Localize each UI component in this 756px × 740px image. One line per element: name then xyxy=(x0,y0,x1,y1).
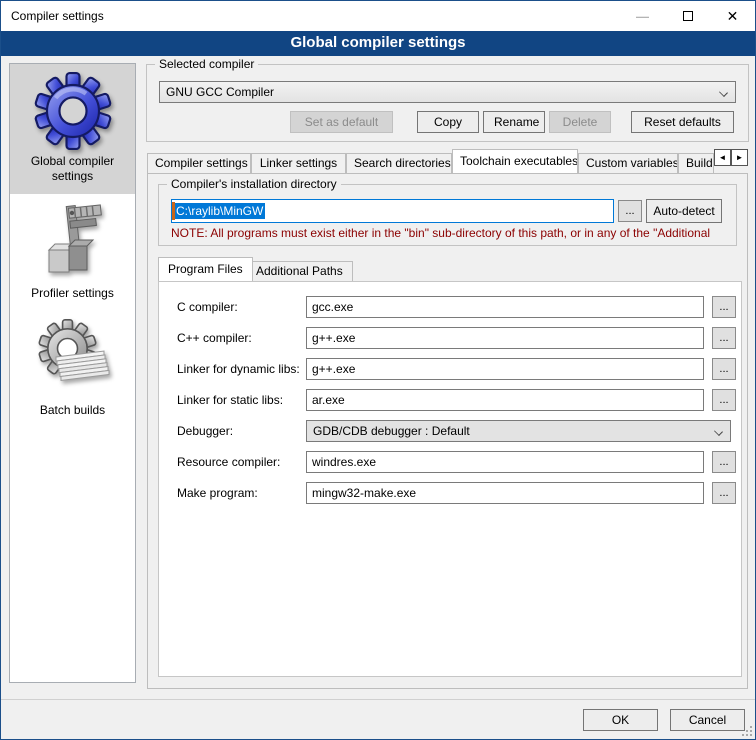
sidebar-item-label: Global compiler settings xyxy=(14,154,131,184)
selected-compiler-group-label: Selected compiler xyxy=(155,57,258,71)
gear-stack-icon xyxy=(34,319,112,399)
compiler-select[interactable]: GNU GCC Compiler xyxy=(159,81,736,103)
tab-scroll-right-button[interactable]: ► xyxy=(731,149,748,166)
maximize-button[interactable] xyxy=(665,2,710,31)
caliper-icon xyxy=(37,202,109,282)
cpp-compiler-label: C++ compiler: xyxy=(177,331,252,345)
auto-detect-button[interactable]: Auto-detect xyxy=(646,199,722,223)
program-files-page: C compiler: ... C++ compiler: ... Linker… xyxy=(158,281,742,677)
delete-button: Delete xyxy=(549,111,611,133)
c-compiler-input[interactable] xyxy=(306,296,704,318)
subtab-additional-paths[interactable]: Additional Paths xyxy=(246,261,353,281)
arrow-right-icon: ► xyxy=(736,153,744,162)
sidebar-item-global-compiler-settings[interactable]: Global compiler settings xyxy=(10,64,135,194)
compiler-select-value: GNU GCC Compiler xyxy=(166,85,274,99)
linker-dynamic-input[interactable] xyxy=(306,358,704,380)
make-program-label: Make program: xyxy=(177,486,258,500)
blue-gear-icon xyxy=(34,72,112,150)
toolchain-executables-page: Compiler's installation directory C:\ray… xyxy=(147,173,748,689)
cpp-compiler-browse-button[interactable]: ... xyxy=(712,327,736,349)
window-title: Compiler settings xyxy=(1,9,620,23)
sidebar-item-label: Batch builds xyxy=(14,403,131,418)
installation-directory-browse-button[interactable]: ... xyxy=(618,200,642,222)
linker-static-input[interactable] xyxy=(306,389,704,411)
tab-custom-variables[interactable]: Custom variables xyxy=(578,153,678,173)
sidebar-item-profiler-settings[interactable]: Profiler settings xyxy=(10,194,135,311)
set-as-default-button: Set as default xyxy=(290,111,393,133)
main-area: Global compiler settings xyxy=(1,56,755,701)
debugger-select-value: GDB/CDB debugger : Default xyxy=(313,424,470,438)
tab-linker-settings[interactable]: Linker settings xyxy=(251,153,346,173)
debugger-row: Debugger: GDB/CDB debugger : Default xyxy=(159,420,741,442)
compiler-buttons-row: Set as default Copy Rename Delete Reset … xyxy=(290,111,734,133)
cancel-button[interactable]: Cancel xyxy=(670,709,745,731)
linker-dynamic-browse-button[interactable]: ... xyxy=(712,358,736,380)
cpp-compiler-row: C++ compiler: ... xyxy=(159,327,741,349)
close-icon: ✕ xyxy=(727,8,739,25)
resource-compiler-label: Resource compiler: xyxy=(177,455,280,469)
linker-dynamic-row: Linker for dynamic libs: ... xyxy=(159,358,741,380)
settings-tab-bar: Compiler settings Linker settings Search… xyxy=(147,149,748,173)
bin-subdirectory-note: NOTE: All programs must exist either in … xyxy=(171,226,734,240)
linker-static-label: Linker for static libs: xyxy=(177,393,283,407)
minimize-button[interactable]: — xyxy=(620,2,665,31)
make-program-input[interactable] xyxy=(306,482,704,504)
close-button[interactable]: ✕ xyxy=(710,2,755,31)
page-title: Global compiler settings xyxy=(1,31,755,56)
copy-button[interactable]: Copy xyxy=(417,111,479,133)
installation-directory-input[interactable]: C:\raylib\MinGW xyxy=(171,199,614,223)
arrow-left-icon: ◄ xyxy=(719,153,727,162)
debugger-label: Debugger: xyxy=(177,424,233,438)
minimize-icon: — xyxy=(636,9,649,24)
reset-defaults-button[interactable]: Reset defaults xyxy=(631,111,734,133)
c-compiler-label: C compiler: xyxy=(177,300,238,314)
settings-category-list: Global compiler settings xyxy=(9,63,136,683)
subtab-program-files[interactable]: Program Files xyxy=(158,257,253,281)
resource-compiler-row: Resource compiler: ... xyxy=(159,451,741,473)
maximize-icon xyxy=(683,11,693,21)
installation-directory-group-label: Compiler's installation directory xyxy=(167,177,341,191)
compiler-settings-dialog: Compiler settings — ✕ Global compiler se… xyxy=(0,0,756,740)
linker-static-browse-button[interactable]: ... xyxy=(712,389,736,411)
title-bar: Compiler settings — ✕ xyxy=(1,1,755,31)
resource-compiler-browse-button[interactable]: ... xyxy=(712,451,736,473)
chevron-down-icon xyxy=(719,88,728,97)
linker-dynamic-label: Linker for dynamic libs: xyxy=(177,362,300,376)
installation-directory-group: Compiler's installation directory C:\ray… xyxy=(158,184,737,246)
linker-static-row: Linker for static libs: ... xyxy=(159,389,741,411)
debugger-select[interactable]: GDB/CDB debugger : Default xyxy=(306,420,731,442)
cpp-compiler-input[interactable] xyxy=(306,327,704,349)
rename-button[interactable]: Rename xyxy=(483,111,545,133)
c-compiler-row: C compiler: ... xyxy=(159,296,741,318)
resize-grip[interactable] xyxy=(742,726,752,736)
tab-search-directories[interactable]: Search directories xyxy=(346,153,452,173)
chevron-down-icon xyxy=(714,427,723,436)
resource-compiler-input[interactable] xyxy=(306,451,704,473)
make-program-row: Make program: ... xyxy=(159,482,741,504)
selected-compiler-group: Selected compiler GNU GCC Compiler Set a… xyxy=(146,64,749,142)
tab-scroll-left-button[interactable]: ◄ xyxy=(714,149,731,166)
dialog-footer: OK Cancel xyxy=(1,699,755,739)
c-compiler-browse-button[interactable]: ... xyxy=(712,296,736,318)
make-program-browse-button[interactable]: ... xyxy=(712,482,736,504)
sidebar-item-label: Profiler settings xyxy=(14,286,131,301)
sidebar-item-batch-builds[interactable]: Batch builds xyxy=(10,311,135,428)
tab-build-options[interactable]: Build xyxy=(678,153,714,173)
ok-button[interactable]: OK xyxy=(583,709,658,731)
installation-directory-value: C:\raylib\MinGW xyxy=(175,203,265,219)
tab-compiler-settings[interactable]: Compiler settings xyxy=(147,153,251,173)
tab-toolchain-executables[interactable]: Toolchain executables xyxy=(452,149,578,173)
